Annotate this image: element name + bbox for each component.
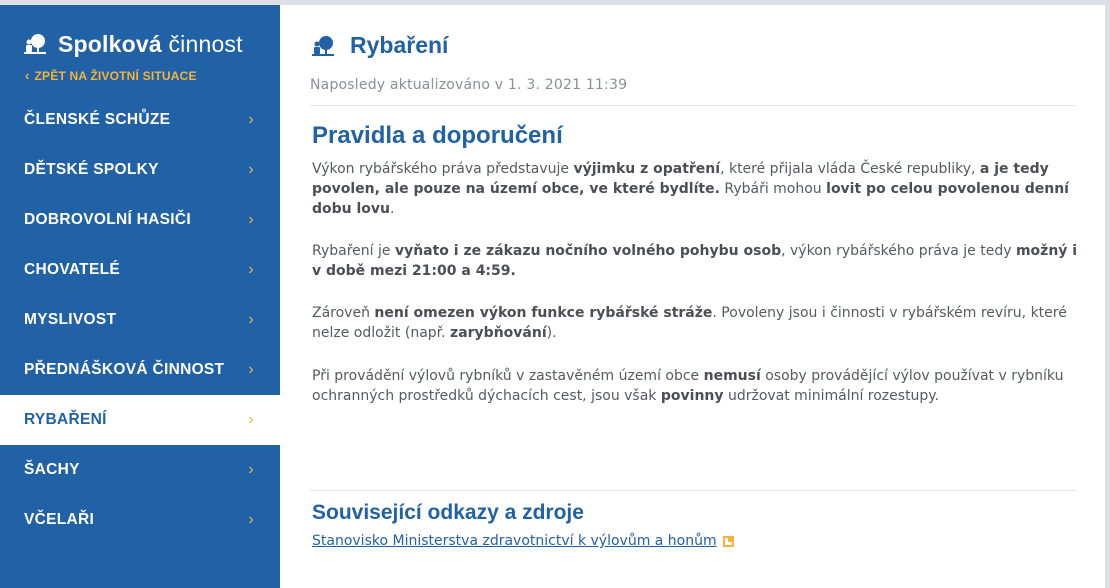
sidebar-item-chovatele[interactable]: CHOVATELÉ › <box>0 245 280 295</box>
tree-person-icon <box>312 35 334 57</box>
emphasis: nemusí <box>703 368 761 384</box>
text-run: Rybáři mohou <box>719 181 827 197</box>
chevron-right-icon: › <box>248 361 254 378</box>
divider <box>310 490 1076 491</box>
right-border <box>1105 5 1110 588</box>
chevron-left-icon: ‹ <box>25 68 30 83</box>
sidebar-item-clenske-schuze[interactable]: ČLENSKÉ SCHŮZE › <box>0 95 280 145</box>
chevron-right-icon: › <box>248 161 254 178</box>
chevron-right-icon: › <box>248 461 254 478</box>
text-run: Rybaření je <box>312 243 395 259</box>
emphasis: výjimku z opatření <box>573 161 721 177</box>
paragraph: Výkon rybářského práva představuje výjim… <box>312 159 1082 219</box>
emphasis: vyňato i ze zákazu nočního volného pohyb… <box>394 243 782 259</box>
text-run: , které přijala vláda České republiky, <box>720 161 980 177</box>
sidebar-item-detske-spolky[interactable]: DĚTSKÉ SPOLKY › <box>0 145 280 195</box>
text-run: ). <box>546 325 557 341</box>
brand[interactable]: Spolková činnost <box>24 29 243 59</box>
sidebar-item-rybareni[interactable]: RYBAŘENÍ › <box>0 395 280 445</box>
related-link[interactable]: Stanovisko Ministerstva zdravotnictví k … <box>312 533 734 549</box>
chevron-right-icon: › <box>248 411 254 428</box>
text-run: . <box>390 201 395 217</box>
sidebar-item-vcelari[interactable]: VČELAŘI › <box>0 495 280 545</box>
sidebar-nav: ČLENSKÉ SCHŮZE › DĚTSKÉ SPOLKY › DOBROVO… <box>0 95 280 545</box>
emphasis: zarybňování <box>450 325 547 341</box>
tree-person-icon <box>24 33 46 55</box>
sidebar-item-sachy[interactable]: ŠACHY › <box>0 445 280 495</box>
chevron-right-icon: › <box>248 311 254 328</box>
sidebar-item-myslivost[interactable]: MYSLIVOST › <box>0 295 280 345</box>
text-run: Zároveň <box>312 305 375 321</box>
page-title: Rybaření <box>350 32 449 58</box>
chevron-right-icon: › <box>248 111 254 128</box>
paragraph: Při provádění výlovů rybníků v zastavěné… <box>312 366 1082 406</box>
app-frame: Spolková činnost ‹ ZPĚT NA ŽIVOTNÍ SITUA… <box>0 0 1110 588</box>
external-link-icon <box>722 535 734 547</box>
related-link-label: Stanovisko Ministerstva zdravotnictví k … <box>312 533 717 549</box>
sidebar-item-prednaskova-cinnost[interactable]: PŘEDNÁŠKOVÁ ČINNOST › <box>0 345 280 395</box>
text-run: Při provádění výlovů rybníků v zastavěné… <box>312 368 704 384</box>
back-link-label: ZPĚT NA ŽIVOTNÍ SITUACE <box>34 68 197 83</box>
emphasis: povinny <box>660 388 724 404</box>
related-links-title: Související odkazy a zdroje <box>312 501 584 524</box>
emphasis: není omezen výkon funkce rybářské stráže <box>374 305 713 321</box>
text-run: Výkon rybářského práva představuje <box>312 161 574 177</box>
brand-title: Spolková činnost <box>58 30 243 57</box>
paragraph: Zároveň není omezen výkon funkce rybářsk… <box>312 303 1082 343</box>
sidebar-item-dobrovolni-hasici[interactable]: DOBROVOLNÍ HASIČI › <box>0 195 280 245</box>
chevron-right-icon: › <box>248 261 254 278</box>
divider <box>310 105 1076 106</box>
back-link[interactable]: ‹ ZPĚT NA ŽIVOTNÍ SITUACE <box>25 68 197 83</box>
chevron-right-icon: › <box>248 511 254 528</box>
page-header: Rybaření <box>312 32 448 59</box>
section-title: Pravidla a doporučení <box>312 122 563 149</box>
text-run: udržovat minimální rozestupy. <box>723 388 940 404</box>
paragraph: Rybaření je vyňato i ze zákazu nočního v… <box>312 241 1082 281</box>
main-content: Rybaření Naposledy aktualizováno v 1. 3.… <box>280 5 1105 588</box>
last-updated: Naposledy aktualizováno v 1. 3. 2021 11:… <box>310 77 628 93</box>
sidebar: Spolková činnost ‹ ZPĚT NA ŽIVOTNÍ SITUA… <box>0 5 280 588</box>
chevron-right-icon: › <box>248 211 254 228</box>
text-run: , výkon rybářského práva je tedy <box>781 243 1016 259</box>
